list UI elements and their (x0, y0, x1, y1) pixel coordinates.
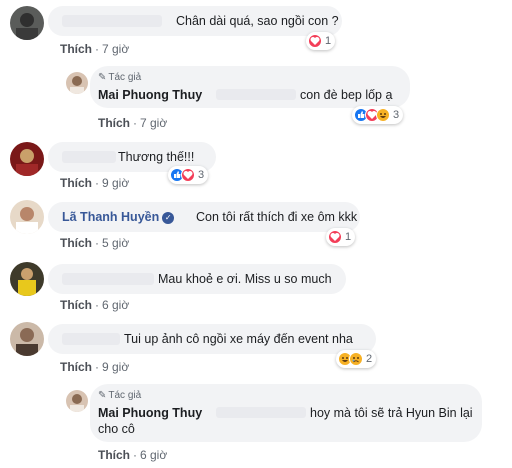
avatar[interactable] (10, 6, 44, 40)
comment-bubble: Chân dài quá, sao ngồi con ? (48, 6, 342, 36)
reaction-summary[interactable]: 3 (352, 106, 404, 124)
verified-badge-icon: ✓ (162, 212, 175, 224)
comment-actions: Thích · 6 giờ (98, 448, 168, 462)
reaction-count: 1 (345, 231, 352, 243)
comment-text: Con tôi rất thích đi xe ôm kkk (196, 210, 358, 224)
comment-text: Chân dài quá, sao ngồi con ? (176, 14, 339, 28)
redacted-name (62, 273, 154, 285)
timestamp[interactable]: 9 giờ (102, 176, 129, 190)
love-icon (328, 230, 342, 244)
reaction-count: 3 (198, 169, 205, 181)
love-icon (308, 34, 322, 48)
like-link[interactable]: Thích (60, 298, 92, 312)
like-link[interactable]: Thích (60, 42, 92, 56)
timestamp[interactable]: 7 giờ (102, 42, 129, 56)
comment-actions: Thích · 7 giờ (60, 42, 130, 56)
comment-actions: Thích · 7 giờ (98, 116, 168, 130)
like-link[interactable]: Thích (98, 116, 130, 130)
avatar[interactable] (10, 200, 44, 234)
pen-icon: ✎ (98, 72, 107, 83)
comment-text: Thương thế!!! (118, 150, 195, 164)
reaction-count: 2 (366, 353, 373, 365)
reaction-summary[interactable]: 1 (326, 228, 356, 246)
redacted-text (216, 407, 306, 418)
comment-actions: Thích · 5 giờ (60, 236, 130, 250)
love-icon (181, 168, 195, 182)
author-badge: ✎ Tác giả (98, 72, 142, 83)
like-link[interactable]: Thích (98, 448, 130, 462)
reaction-summary[interactable]: 2 (336, 350, 377, 368)
comment-text: Tui up ảnh cô ngồi xe máy đến event nha (124, 332, 353, 346)
timestamp[interactable]: 5 giờ (102, 236, 129, 250)
author-badge: ✎ Tác giả (98, 390, 142, 401)
comment-bubble: ✎ Tác giả Mai Phuong Thuy con đè bep lốp … (90, 66, 410, 108)
comment-actions: Thích · 6 giờ (60, 298, 130, 312)
timestamp[interactable]: 6 giờ (140, 448, 167, 462)
timestamp[interactable]: 7 giờ (140, 116, 167, 130)
pen-icon: ✎ (98, 390, 107, 401)
comment-actions: Thích · 9 giờ (60, 360, 130, 374)
reaction-count: 1 (325, 35, 332, 47)
redacted-name (62, 15, 162, 27)
avatar[interactable] (10, 262, 44, 296)
like-link[interactable]: Thích (60, 176, 92, 190)
comment-bubble: Tui up ảnh cô ngồi xe máy đến event nha (48, 324, 376, 354)
avatar[interactable] (66, 72, 88, 94)
like-link[interactable]: Thích (60, 236, 92, 250)
sad-icon (349, 352, 363, 366)
redacted-name (62, 333, 120, 345)
reaction-summary[interactable]: 3 (168, 166, 209, 184)
redacted-name (62, 151, 116, 163)
avatar[interactable] (66, 390, 88, 412)
reaction-summary[interactable]: 1 (306, 32, 336, 50)
comment-actions: Thích · 9 giờ (60, 176, 130, 190)
commenter-name[interactable]: Mai Phuong Thuy (98, 88, 202, 102)
commenter-name[interactable]: Mai Phuong Thuy (98, 406, 202, 420)
comment-bubble: ✎ Tác giả Mai Phuong Thuy hoy mà tôi sẽ t… (90, 384, 482, 442)
comment-text-continued: cho cô (98, 422, 135, 436)
comment-text: hoy mà tôi sẽ trả Hyun Bin lại (310, 406, 473, 420)
comment-text: Mau khoẻ e ơi. Miss u so much (158, 272, 332, 286)
comment-bubble: Mau khoẻ e ơi. Miss u so much (48, 264, 346, 294)
like-link[interactable]: Thích (60, 360, 92, 374)
reaction-count: 3 (393, 109, 400, 121)
avatar[interactable] (10, 142, 44, 176)
haha-icon (376, 108, 390, 122)
redacted-text (216, 89, 296, 100)
timestamp[interactable]: 9 giờ (102, 360, 129, 374)
commenter-name[interactable]: Lã Thanh Huyền (62, 210, 159, 224)
comment-bubble: Lã Thanh Huyền ✓ Con tôi rất thích đi xe … (48, 202, 360, 232)
comment-text: con đè bep lốp ạ (300, 88, 393, 102)
avatar[interactable] (10, 322, 44, 356)
timestamp[interactable]: 6 giờ (102, 298, 129, 312)
